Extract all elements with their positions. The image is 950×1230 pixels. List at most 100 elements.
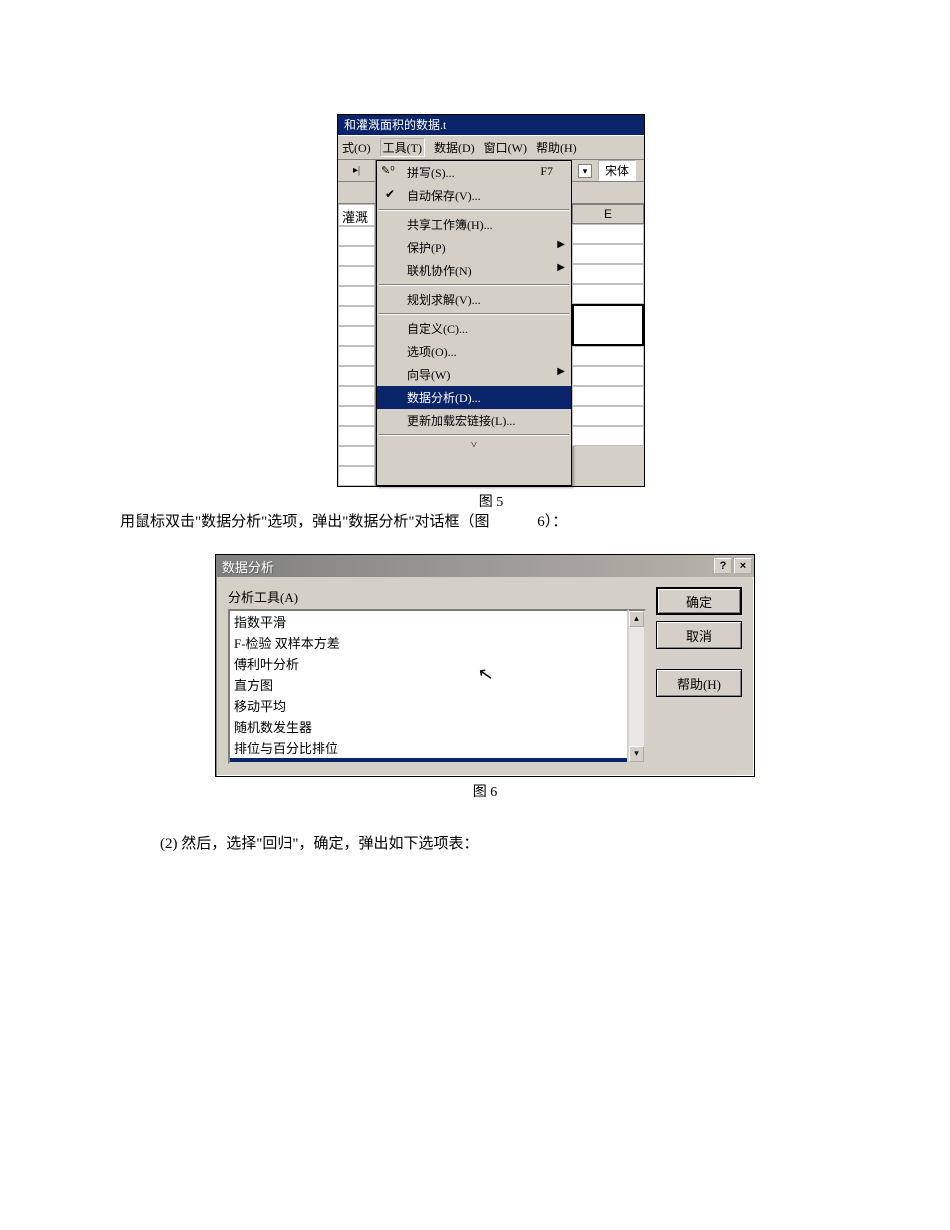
toolbar-right: ▾ 宋体 xyxy=(572,160,644,182)
excel-window: 和灌溉面积的数据.t 式(O) 工具(T) 数据(D) 窗口(W) 帮助(H) … xyxy=(337,114,645,487)
cell-empty[interactable] xyxy=(338,306,375,326)
cell-selected[interactable] xyxy=(572,304,644,346)
shortcut-label: F7 xyxy=(540,164,553,179)
list-item[interactable]: 指数平滑 xyxy=(230,611,627,632)
ok-button[interactable]: 确定 xyxy=(656,587,742,615)
menu-item-data-analysis[interactable]: 数据分析(D)... xyxy=(377,386,571,409)
menu-item-update-links[interactable]: 更新加载宏链接(L)... xyxy=(377,409,571,432)
menu-item-label: 联机协作(N) xyxy=(407,264,472,278)
menu-bar[interactable]: 式(O) 工具(T) 数据(D) 窗口(W) 帮助(H) xyxy=(338,135,644,160)
help-button-body[interactable]: 帮助(H) xyxy=(656,669,742,697)
cell-empty[interactable] xyxy=(572,406,644,426)
menu-separator xyxy=(379,209,569,211)
menu-item-label: 更新加载宏链接(L)... xyxy=(407,414,515,428)
list-item[interactable]: 直方图 xyxy=(230,674,627,695)
listbox-label: 分析工具(A) xyxy=(228,587,646,606)
text-span: 用鼠标双击"数据分析"选项，弹出"数据分析"对话框（图 xyxy=(120,514,490,530)
submenu-arrow-icon: ▶ xyxy=(557,239,565,250)
menu-item-options[interactable]: 选项(O)... xyxy=(377,340,571,363)
menu-item-label: 共享工作簿(H)... xyxy=(407,218,493,232)
cell-empty[interactable] xyxy=(338,286,375,306)
body-text-2: (2) 然后，选择"回归"，确定，弹出如下选项表： xyxy=(160,832,479,853)
figure-6: 数据分析 ? × 分析工具(A) 指数平滑 F-检验 双样本方差 傅利叶分析 直… xyxy=(215,554,755,801)
cell-empty[interactable] xyxy=(572,264,644,284)
cancel-button[interactable]: 取消 xyxy=(656,621,742,649)
window-title-bar: 和灌溉面积的数据.t xyxy=(338,115,644,135)
cell-empty[interactable] xyxy=(338,266,375,286)
dialog-title: 数据分析 xyxy=(218,557,712,576)
menu-item-solver[interactable]: 规划求解(V)... xyxy=(377,288,571,311)
list-item[interactable]: F-检验 双样本方差 xyxy=(230,632,627,653)
menu-format[interactable]: 式(O) xyxy=(342,139,371,156)
cell-empty[interactable] xyxy=(338,326,375,346)
help-button[interactable]: ? xyxy=(714,558,732,574)
menu-item-label: 自动保存(V)... xyxy=(407,189,481,203)
submenu-arrow-icon: ▶ xyxy=(557,366,565,377)
cell-empty[interactable] xyxy=(572,244,644,264)
cell-label-left[interactable]: 灌溉 xyxy=(338,204,375,226)
listbox-scrollbar[interactable]: ▴ ▾ xyxy=(629,609,646,764)
cell-empty[interactable] xyxy=(572,386,644,406)
menu-item-label: 数据分析(D)... xyxy=(407,391,481,405)
list-item[interactable]: 傅利叶分析 xyxy=(230,653,627,674)
cell-empty[interactable] xyxy=(338,406,375,426)
menu-tools[interactable]: 工具(T) xyxy=(380,138,425,157)
toolbar-empty-right xyxy=(572,182,644,204)
scroll-up-button[interactable]: ▴ xyxy=(629,611,644,627)
menu-item-customize[interactable]: 自定义(C)... xyxy=(377,317,571,340)
cell-empty[interactable] xyxy=(338,386,375,406)
menu-item-label: 规划求解(V)... xyxy=(407,293,481,307)
figure-5: 和灌溉面积的数据.t 式(O) 工具(T) 数据(D) 窗口(W) 帮助(H) … xyxy=(337,114,645,511)
menu-separator xyxy=(379,434,569,436)
menu-item-spell[interactable]: ✎⁰ 拼写(S)... F7 xyxy=(377,161,571,184)
text-span-num: 6）： xyxy=(493,514,567,530)
dropdown-arrow-icon[interactable]: ▾ xyxy=(578,164,592,178)
menu-help[interactable]: 帮助(H) xyxy=(536,139,577,156)
close-button[interactable]: × xyxy=(734,558,752,574)
list-item-selected[interactable]: 回归 xyxy=(230,758,627,764)
scroll-track[interactable] xyxy=(629,627,644,746)
spell-icon: ✎⁰ xyxy=(381,164,395,177)
cell-empty[interactable] xyxy=(338,226,375,246)
menu-item-share[interactable]: 共享工作簿(H)... xyxy=(377,213,571,236)
analysis-tools-listbox[interactable]: 指数平滑 F-检验 双样本方差 傅利叶分析 直方图 移动平均 随机数发生器 排位… xyxy=(228,609,629,764)
list-item[interactable]: 排位与百分比排位 xyxy=(230,737,627,758)
cell-empty[interactable] xyxy=(338,446,375,466)
menu-data[interactable]: 数据(D) xyxy=(434,139,475,156)
menu-item-autosave[interactable]: ✔ 自动保存(V)... xyxy=(377,184,571,207)
dialog-title-bar[interactable]: 数据分析 ? × xyxy=(216,555,754,577)
menu-item-label: 保护(P) xyxy=(407,241,446,255)
cell-empty[interactable] xyxy=(572,346,644,366)
cell-empty[interactable] xyxy=(338,346,375,366)
submenu-arrow-icon: ▶ xyxy=(557,262,565,273)
menu-separator xyxy=(379,284,569,286)
list-item[interactable]: 移动平均 xyxy=(230,695,627,716)
body-text-1: 用鼠标双击"数据分析"选项，弹出"数据分析"对话框（图 6）： xyxy=(120,510,820,531)
cell-empty[interactable] xyxy=(572,284,644,304)
menu-item-wizard[interactable]: 向导(W) ▶ xyxy=(377,363,571,386)
menu-item-label: 拼写(S)... xyxy=(407,166,455,180)
figure-6-caption: 图 6 xyxy=(215,781,755,801)
data-analysis-dialog: 数据分析 ? × 分析工具(A) 指数平滑 F-检验 双样本方差 傅利叶分析 直… xyxy=(215,554,755,777)
menu-item-label: 选项(O)... xyxy=(407,345,457,359)
column-header-E[interactable]: E xyxy=(572,204,644,224)
menu-expand-icon[interactable]: ˅ xyxy=(377,438,571,452)
cell-empty[interactable] xyxy=(338,426,375,446)
cell-empty[interactable] xyxy=(572,426,644,446)
menu-item-online[interactable]: 联机协作(N) ▶ xyxy=(377,259,571,282)
menu-separator xyxy=(379,313,569,315)
menu-window[interactable]: 窗口(W) xyxy=(484,139,527,156)
cell-empty[interactable] xyxy=(338,246,375,266)
menu-item-protect[interactable]: 保护(P) ▶ xyxy=(377,236,571,259)
cell-empty[interactable] xyxy=(572,224,644,244)
figure-5-caption: 图 5 xyxy=(337,491,645,511)
menu-item-label: 自定义(C)... xyxy=(407,322,468,336)
font-selector[interactable]: 宋体 xyxy=(598,160,636,181)
toolbar-empty xyxy=(338,182,375,204)
cell-empty[interactable] xyxy=(338,366,375,386)
toolbar-fragment-left: ▸| xyxy=(338,160,375,182)
cell-empty[interactable] xyxy=(572,366,644,386)
list-item[interactable]: 随机数发生器 xyxy=(230,716,627,737)
cell-empty[interactable] xyxy=(338,466,375,486)
scroll-down-button[interactable]: ▾ xyxy=(629,746,644,762)
